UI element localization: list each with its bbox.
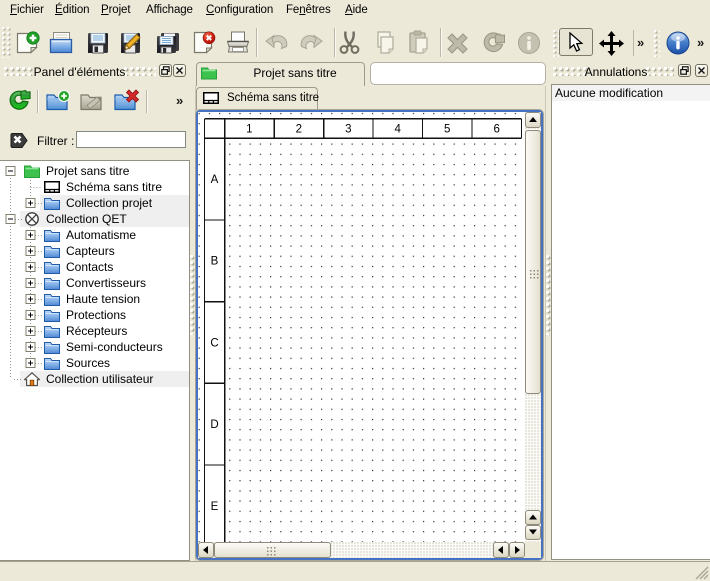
svg-text:Protections: Protections [66,308,126,322]
svg-text:Sources: Sources [66,356,110,370]
svg-text:D: D [210,419,218,431]
svg-text:4: 4 [394,124,401,136]
svg-text:Collection QET: Collection QET [46,212,127,226]
svg-text:1: 1 [246,124,252,136]
svg-text:6: 6 [493,124,499,136]
svg-text:Automatisme: Automatisme [66,228,136,242]
svg-text:5: 5 [444,124,450,136]
svg-text:Convertisseurs: Convertisseurs [66,276,146,290]
svg-text:B: B [211,256,219,268]
svg-text:2: 2 [296,124,302,136]
svg-text:E: E [211,501,219,513]
svg-text:Contacts: Contacts [66,260,113,274]
svg-text:Capteurs: Capteurs [66,244,115,258]
svg-text:Collection projet: Collection projet [66,196,153,210]
svg-text:C: C [210,337,218,349]
svg-text:Collection utilisateur: Collection utilisateur [46,372,153,386]
svg-text:Semi-conducteurs: Semi-conducteurs [66,340,163,354]
svg-text:Haute tension: Haute tension [66,292,140,306]
svg-text:3: 3 [345,124,351,136]
svg-text:Récepteurs: Récepteurs [66,324,127,338]
svg-text:Schéma sans titre: Schéma sans titre [66,180,162,194]
svg-text:Projet sans titre: Projet sans titre [46,164,130,178]
svg-text:A: A [211,174,219,186]
